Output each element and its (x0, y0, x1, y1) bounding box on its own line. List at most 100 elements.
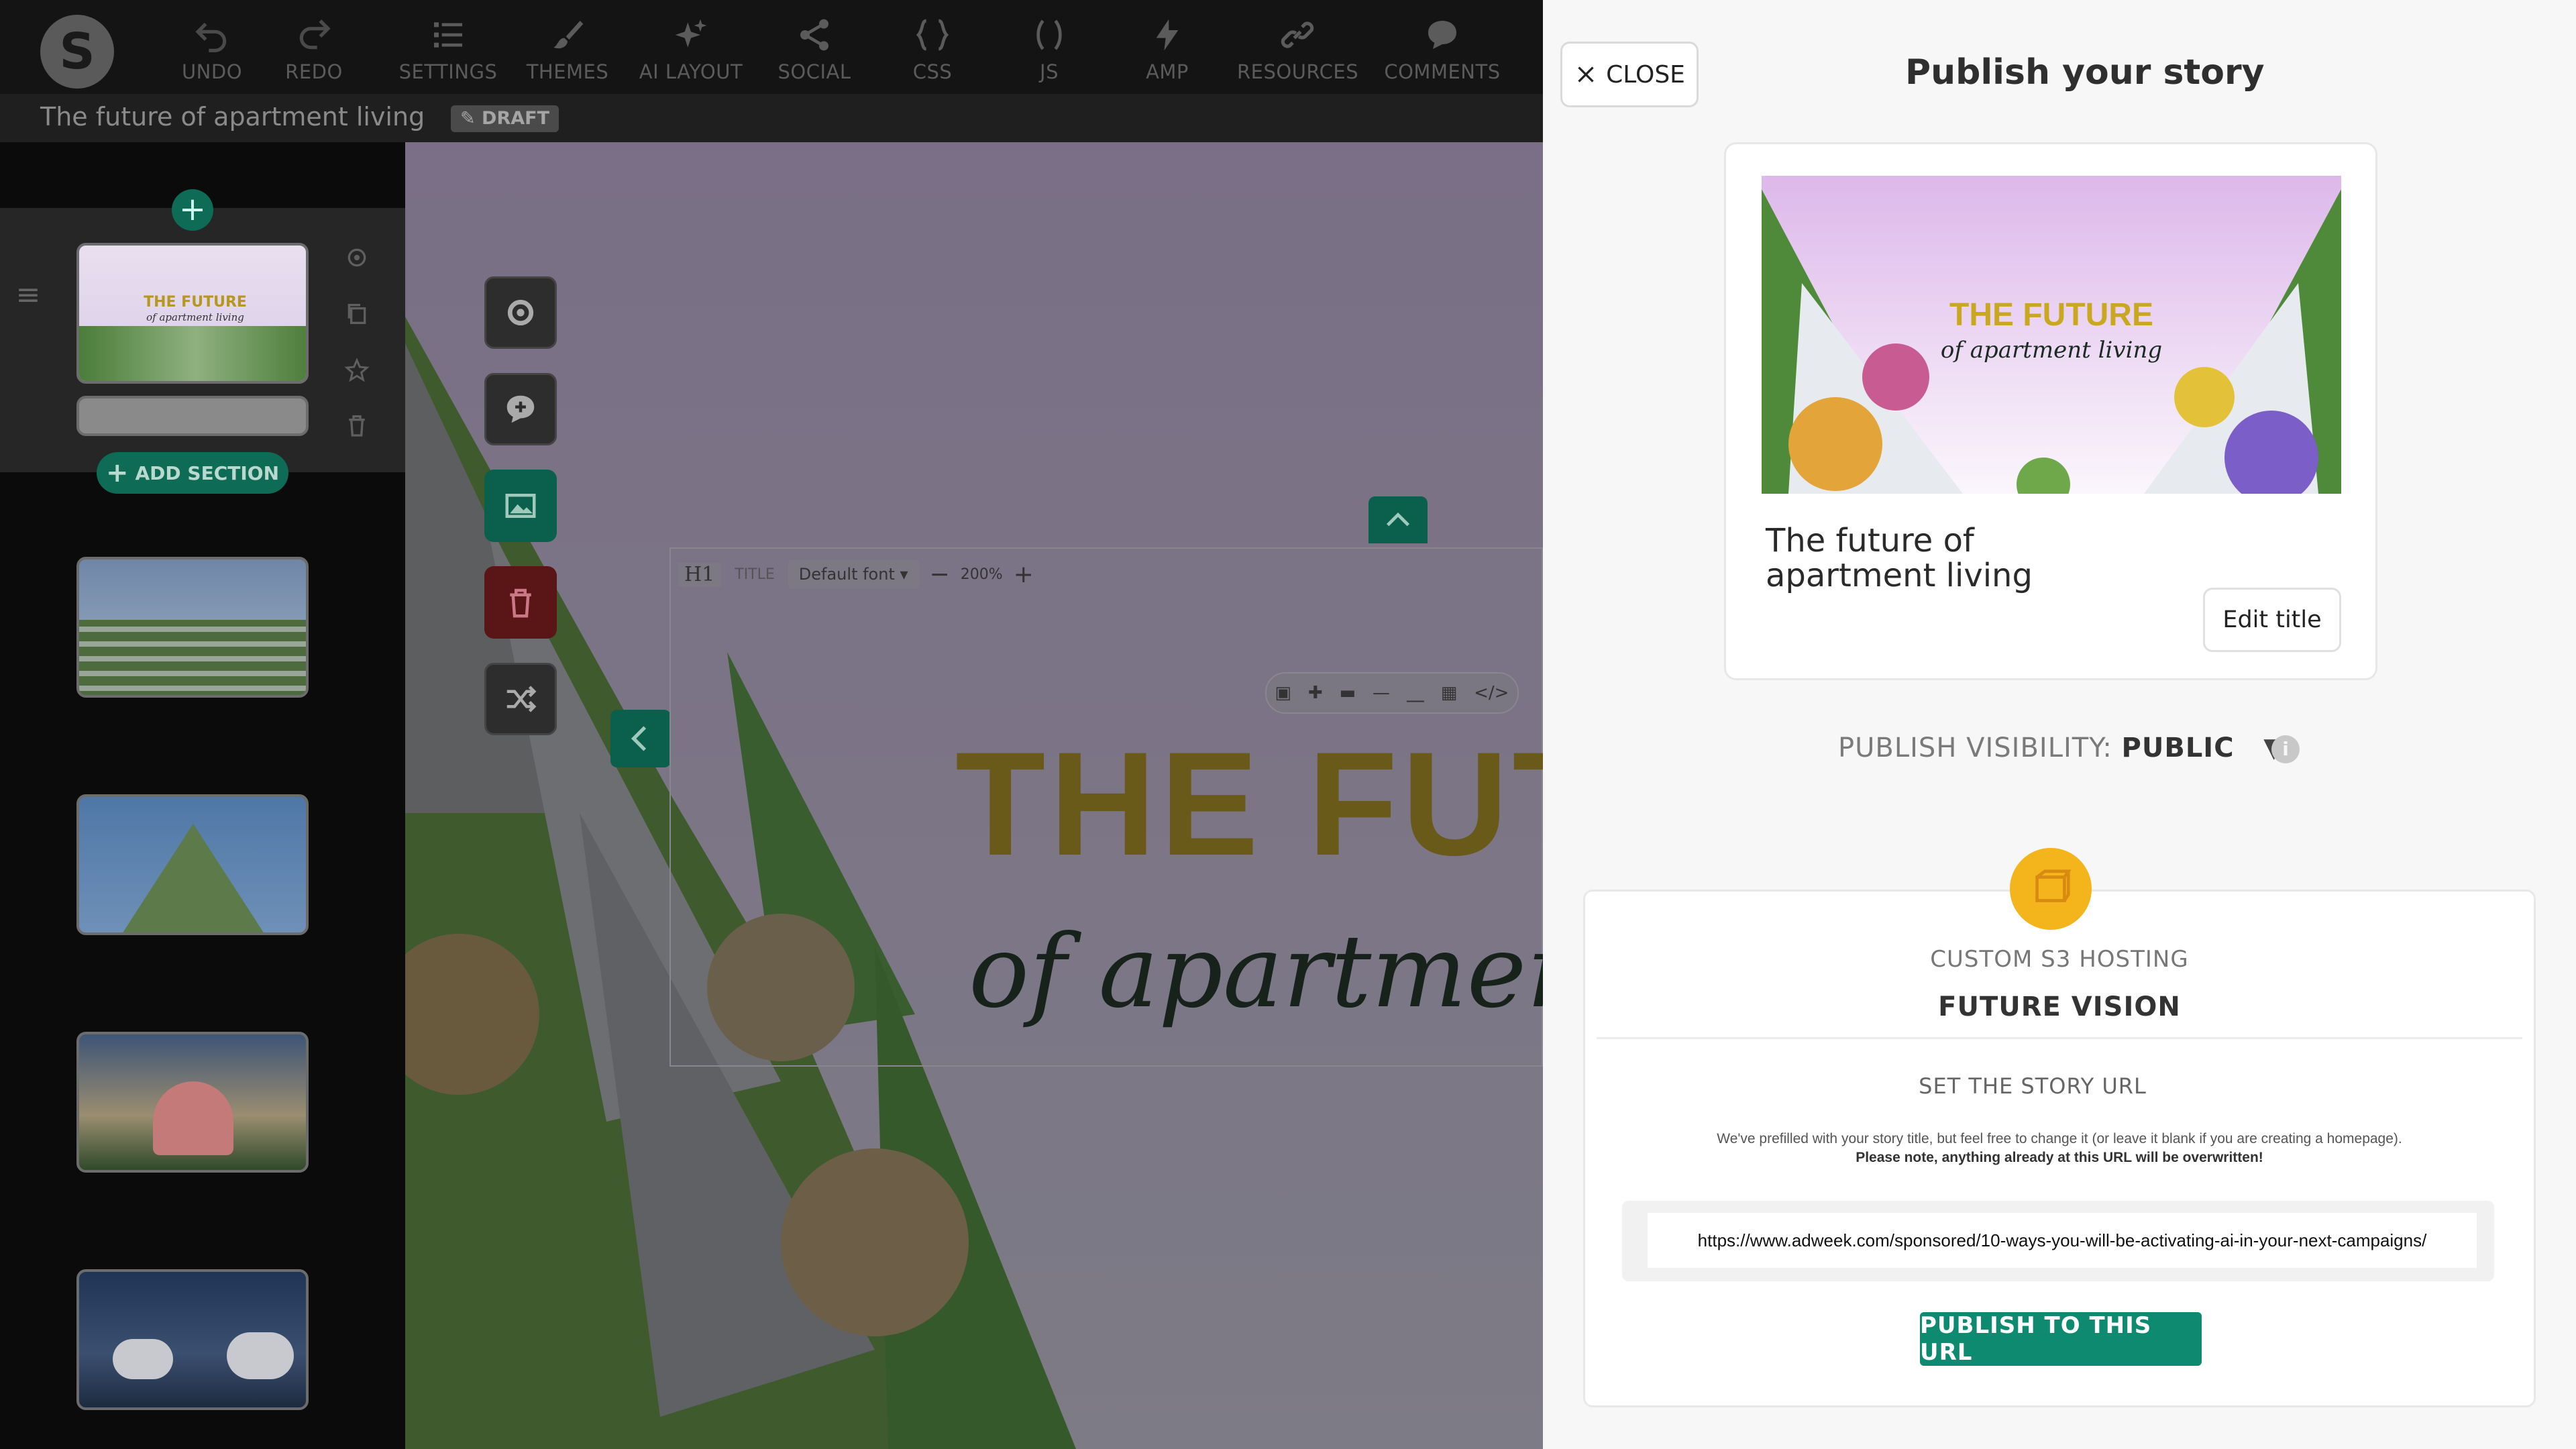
card-story-title: The future of apartment living (1766, 522, 2033, 594)
text-style-bar: H1 TITLE Default font ▾ − 200% + (671, 549, 1073, 600)
zoom-out-button[interactable]: − (926, 561, 954, 588)
section-thumbnail-3[interactable] (76, 794, 309, 935)
zoom-value: 200% (960, 566, 1003, 583)
duplicate-section-icon[interactable] (343, 301, 370, 327)
font-select-value: Default font (798, 565, 895, 584)
shuffle-layout-button[interactable] (484, 663, 557, 735)
close-label: CLOSE (1606, 60, 1685, 89)
change-image-button[interactable] (484, 470, 557, 542)
close-button[interactable]: CLOSE (1560, 42, 1699, 107)
canvas-headline[interactable]: THE FUTURE (955, 719, 1543, 889)
thumb-4-pavilion (153, 1081, 233, 1155)
settings-label: SETTINGS (398, 60, 498, 83)
ai-layout-label: AI LAYOUT (639, 60, 743, 83)
ai-layout-button[interactable]: AI LAYOUT (631, 16, 751, 90)
thumb-5-pod-a (113, 1339, 173, 1379)
visibility-dropdown[interactable]: PUBLISH VISIBILITY: PUBLIC ▼ (1838, 733, 2285, 763)
section-thumbnail-4[interactable] (76, 1032, 309, 1173)
collapse-panel-button[interactable] (610, 710, 671, 767)
divider-icon[interactable]: — (1373, 683, 1390, 703)
comments-label: COMMENTS (1384, 60, 1501, 83)
section-thumbnail-2[interactable] (76, 557, 309, 698)
canvas-subheadline[interactable]: of apartment living (969, 914, 1543, 1030)
move-up-button[interactable] (1368, 496, 1428, 543)
redo-label: REDO (285, 60, 343, 83)
story-canvas[interactable]: H1 TITLE Default font ▾ − 200% + ▣ ✚ ▬ —… (405, 142, 1543, 1449)
info-icon[interactable]: i (2271, 735, 2300, 763)
js-button[interactable]: JS (989, 16, 1110, 90)
comment-add-icon (506, 395, 535, 423)
delete-section-icon[interactable] (343, 412, 370, 439)
cover-illustration (1762, 176, 2341, 494)
chevron-left-icon (631, 726, 647, 751)
css-button[interactable]: CSS (872, 16, 993, 90)
cover-headline: THE FUTURE (1949, 297, 2153, 333)
thumb-3-building (119, 824, 267, 932)
visibility-label: PUBLISH VISIBILITY: (1838, 733, 2112, 763)
drag-handle-icon[interactable]: ≡ (15, 280, 42, 349)
delete-block-button[interactable] (484, 566, 557, 639)
table-icon[interactable]: ▦ (1441, 683, 1458, 703)
section-thumbnail-5[interactable] (76, 1269, 309, 1410)
insert-image-icon[interactable]: ▣ (1275, 683, 1291, 703)
font-select[interactable]: Default font ▾ (788, 559, 919, 589)
add-section-above-button[interactable]: + (172, 189, 213, 231)
block-settings-button[interactable] (484, 276, 557, 349)
amp-label: AMP (1146, 60, 1189, 83)
url-heading: SET THE STORY URL (1919, 1073, 2147, 1099)
plus-icon: + (105, 458, 129, 488)
add-comment-button[interactable] (484, 373, 557, 445)
parens-icon (1036, 19, 1062, 50)
sparkle-icon (675, 19, 707, 48)
code-icon[interactable]: </> (1474, 683, 1509, 703)
button-block-icon[interactable]: ▬ (1340, 683, 1356, 703)
add-section-button[interactable]: + ADD SECTION (97, 452, 288, 494)
zoom-in-button[interactable]: + (1010, 561, 1038, 588)
resources-button[interactable]: RESOURCES (1237, 16, 1358, 90)
comments-button[interactable]: COMMENTS (1382, 16, 1503, 90)
draft-label: DRAFT (482, 108, 549, 129)
bolt-icon (1156, 19, 1179, 51)
braces-icon (916, 19, 949, 51)
publish-button[interactable]: PUBLISH TO THIS URL (1920, 1312, 2202, 1366)
thumb-foliage (79, 326, 306, 381)
top-toolbar: S UNDO REDO SETTINGS THEMES AI LAYOUT SO… (0, 0, 1543, 94)
shuffle-icon (506, 686, 537, 712)
plugin-icon[interactable]: ✚ (1308, 683, 1323, 703)
redo-button[interactable]: REDO (254, 16, 374, 90)
css-label: CSS (912, 60, 953, 83)
amp-button[interactable]: AMP (1107, 16, 1228, 90)
draft-badge: ✎ DRAFT (451, 105, 559, 132)
story-title[interactable]: The future of apartment living (40, 102, 425, 131)
gear-icon (507, 299, 534, 326)
settings-button[interactable]: SETTINGS (388, 16, 508, 90)
trash-icon (510, 588, 531, 618)
edit-title-button[interactable]: Edit title (2203, 588, 2341, 652)
themes-button[interactable]: THEMES (507, 16, 628, 90)
url-warning-text: Please note, anything already at this UR… (1856, 1150, 2263, 1165)
share-icon (800, 19, 828, 51)
image-icon (505, 494, 536, 518)
spacer-icon[interactable]: ⎽ (1407, 683, 1424, 704)
social-button[interactable]: SOCIAL (754, 16, 875, 90)
hosting-label: CUSTOM S3 HOSTING (1930, 946, 2189, 973)
section-settings-icon[interactable] (343, 244, 370, 271)
close-icon (1578, 66, 1594, 83)
thumb-1-subtitle: of apartment living (146, 311, 244, 323)
social-label: SOCIAL (777, 60, 851, 83)
js-label: JS (1040, 60, 1059, 83)
star-section-icon[interactable] (343, 357, 370, 384)
redo-icon (299, 19, 331, 50)
story-url-input[interactable] (1648, 1213, 2477, 1268)
app-logo[interactable]: S (40, 15, 114, 89)
story-cover-image: THE FUTURE of apartment living (1762, 176, 2341, 494)
section-thumbnail-1[interactable]: THE FUTURE of apartment living (76, 243, 309, 384)
s3-hosting-icon (2010, 848, 2092, 930)
heading-tag-button[interactable]: H1 (678, 562, 722, 586)
hosting-divider (1597, 1037, 2522, 1039)
url-help-text: We've prefilled with your story title, b… (1717, 1131, 2402, 1146)
brush-icon (553, 21, 584, 49)
link-icon (1281, 21, 1314, 48)
section-caption-field[interactable] (76, 396, 309, 436)
chevron-up-icon (1386, 512, 1410, 527)
